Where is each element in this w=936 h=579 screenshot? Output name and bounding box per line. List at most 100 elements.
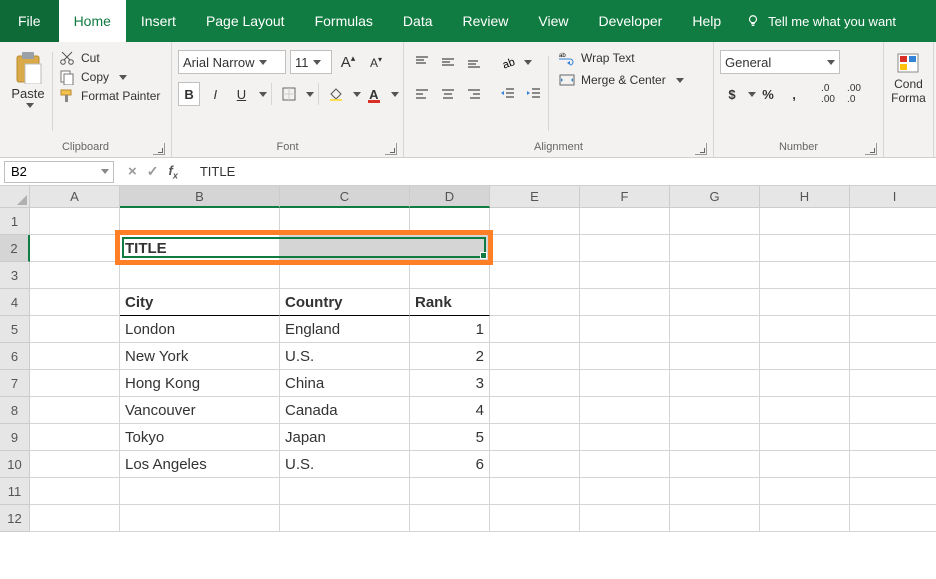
cell-D7[interactable]: 3 xyxy=(410,370,490,397)
cell-I6[interactable] xyxy=(850,343,936,370)
cell-H1[interactable] xyxy=(760,208,850,235)
tab-formulas[interactable]: Formulas xyxy=(300,0,388,42)
cell-B7[interactable]: Hong Kong xyxy=(120,370,280,397)
cell-B2[interactable]: TITLE xyxy=(120,235,280,262)
cell-A7[interactable] xyxy=(30,370,120,397)
tell-me-search[interactable]: Tell me what you want xyxy=(736,0,906,42)
col-header-E[interactable]: E xyxy=(490,186,580,208)
cell-I8[interactable] xyxy=(850,397,936,424)
cell-G3[interactable] xyxy=(670,262,760,289)
cell-D1[interactable] xyxy=(410,208,490,235)
cell-B3[interactable] xyxy=(120,262,280,289)
tab-page-layout[interactable]: Page Layout xyxy=(191,0,300,42)
cell-D8[interactable]: 4 xyxy=(410,397,490,424)
align-left-button[interactable] xyxy=(410,82,434,106)
cell-H2[interactable] xyxy=(760,235,850,262)
cell-E4[interactable] xyxy=(490,289,580,316)
cell-E12[interactable] xyxy=(490,505,580,532)
cell-F4[interactable] xyxy=(580,289,670,316)
cell-C6[interactable]: U.S. xyxy=(280,343,410,370)
fill-color-dropdown[interactable] xyxy=(351,92,359,97)
cell-F8[interactable] xyxy=(580,397,670,424)
align-top-button[interactable] xyxy=(410,50,434,74)
cell-A2[interactable] xyxy=(30,235,120,262)
cell-A12[interactable] xyxy=(30,505,120,532)
align-center-button[interactable] xyxy=(436,82,460,106)
cell-C1[interactable] xyxy=(280,208,410,235)
orientation-button[interactable]: ab xyxy=(496,50,520,74)
tab-file[interactable]: File xyxy=(0,0,59,42)
cell-F5[interactable] xyxy=(580,316,670,343)
col-header-G[interactable]: G xyxy=(670,186,760,208)
underline-button[interactable]: U xyxy=(230,82,252,106)
borders-button[interactable] xyxy=(277,82,299,106)
formula-input[interactable]: TITLE xyxy=(192,164,936,179)
copy-button[interactable]: Copy xyxy=(59,69,160,85)
row-header-6[interactable]: 6 xyxy=(0,343,30,370)
cell-A9[interactable] xyxy=(30,424,120,451)
decrease-decimal-button[interactable]: .00.0 xyxy=(842,82,866,106)
col-header-F[interactable]: F xyxy=(580,186,670,208)
tab-insert[interactable]: Insert xyxy=(126,0,191,42)
number-format-combo[interactable]: General xyxy=(720,50,840,74)
borders-dropdown[interactable] xyxy=(304,92,312,97)
cell-A6[interactable] xyxy=(30,343,120,370)
cell-H12[interactable] xyxy=(760,505,850,532)
cell-F11[interactable] xyxy=(580,478,670,505)
name-box-input[interactable] xyxy=(5,164,85,179)
cell-I12[interactable] xyxy=(850,505,936,532)
col-header-D[interactable]: D xyxy=(410,186,490,208)
tab-help[interactable]: Help xyxy=(677,0,736,42)
tab-review[interactable]: Review xyxy=(448,0,524,42)
cell-C2[interactable] xyxy=(280,235,410,262)
row-header-12[interactable]: 12 xyxy=(0,505,30,532)
cell-G5[interactable] xyxy=(670,316,760,343)
cell-H6[interactable] xyxy=(760,343,850,370)
decrease-font-button[interactable]: A▾ xyxy=(364,50,388,74)
cell-B11[interactable] xyxy=(120,478,280,505)
cell-A8[interactable] xyxy=(30,397,120,424)
insert-function-button[interactable]: fx xyxy=(169,163,178,181)
cell-B8[interactable]: Vancouver xyxy=(120,397,280,424)
row-header-7[interactable]: 7 xyxy=(0,370,30,397)
cell-A1[interactable] xyxy=(30,208,120,235)
cell-D3[interactable] xyxy=(410,262,490,289)
cell-I9[interactable] xyxy=(850,424,936,451)
increase-font-button[interactable]: A▴ xyxy=(336,50,360,74)
cell-F1[interactable] xyxy=(580,208,670,235)
font-launcher[interactable] xyxy=(385,143,397,155)
accounting-dropdown[interactable] xyxy=(746,92,754,97)
cell-G12[interactable] xyxy=(670,505,760,532)
italic-button[interactable]: I xyxy=(204,82,226,106)
cell-A11[interactable] xyxy=(30,478,120,505)
cell-H4[interactable] xyxy=(760,289,850,316)
cell-H8[interactable] xyxy=(760,397,850,424)
align-right-button[interactable] xyxy=(462,82,486,106)
conditional-formatting-button[interactable]: Cond Forma xyxy=(891,52,926,105)
name-box[interactable] xyxy=(4,161,114,183)
tab-view[interactable]: View xyxy=(523,0,583,42)
col-header-H[interactable]: H xyxy=(760,186,850,208)
cell-D6[interactable]: 2 xyxy=(410,343,490,370)
cell-G9[interactable] xyxy=(670,424,760,451)
font-color-dropdown[interactable] xyxy=(389,92,397,97)
cell-H9[interactable] xyxy=(760,424,850,451)
cell-C5[interactable]: England xyxy=(280,316,410,343)
font-size-combo[interactable]: 11 xyxy=(290,50,332,74)
cell-G10[interactable] xyxy=(670,451,760,478)
cut-button[interactable]: Cut xyxy=(59,50,160,66)
clipboard-launcher[interactable] xyxy=(153,143,165,155)
cell-G1[interactable] xyxy=(670,208,760,235)
row-header-1[interactable]: 1 xyxy=(0,208,30,235)
col-header-A[interactable]: A xyxy=(30,186,120,208)
row-header-2[interactable]: 2 xyxy=(0,235,30,262)
cancel-formula-button[interactable]: × xyxy=(128,163,137,180)
cell-G4[interactable] xyxy=(670,289,760,316)
row-header-10[interactable]: 10 xyxy=(0,451,30,478)
cell-I10[interactable] xyxy=(850,451,936,478)
cell-G8[interactable] xyxy=(670,397,760,424)
cell-I1[interactable] xyxy=(850,208,936,235)
format-painter-button[interactable]: Format Painter xyxy=(59,88,160,104)
cell-D4[interactable]: Rank xyxy=(410,289,490,316)
cell-F12[interactable] xyxy=(580,505,670,532)
